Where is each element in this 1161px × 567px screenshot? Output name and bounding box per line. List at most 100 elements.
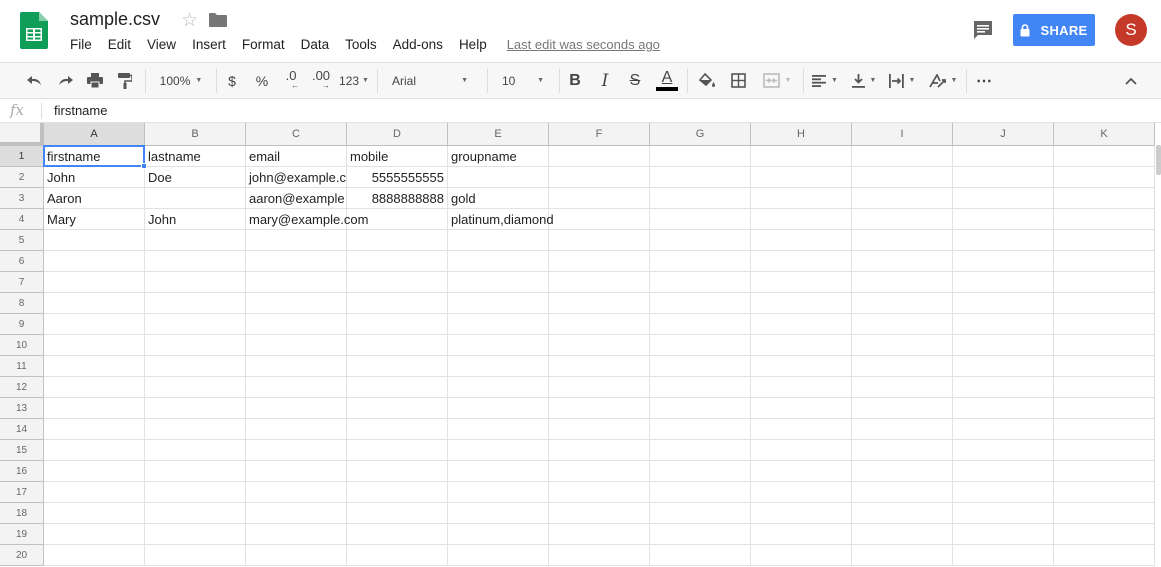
cell-f14[interactable] [549, 419, 650, 440]
cell-d13[interactable] [347, 398, 448, 419]
cell-d19[interactable] [347, 524, 448, 545]
cell-j9[interactable] [953, 314, 1054, 335]
cell-g10[interactable] [650, 335, 751, 356]
row-header-8[interactable]: 8 [0, 293, 44, 314]
row-header-1[interactable]: 1 [0, 146, 44, 167]
cell-g16[interactable] [650, 461, 751, 482]
cell-a4[interactable]: Mary [44, 209, 145, 230]
column-header-c[interactable]: C [246, 123, 347, 146]
cell-j14[interactable] [953, 419, 1054, 440]
cell-c8[interactable] [246, 293, 347, 314]
cell-j18[interactable] [953, 503, 1054, 524]
cell-e10[interactable] [448, 335, 549, 356]
cell-j10[interactable] [953, 335, 1054, 356]
cell-i20[interactable] [852, 545, 953, 566]
cell-i17[interactable] [852, 482, 953, 503]
cell-j17[interactable] [953, 482, 1054, 503]
cell-a7[interactable] [44, 272, 145, 293]
more-options-button[interactable]: ⋯ [973, 63, 995, 98]
cell-h19[interactable] [751, 524, 852, 545]
cell-f19[interactable] [549, 524, 650, 545]
cell-h11[interactable] [751, 356, 852, 377]
cell-g15[interactable] [650, 440, 751, 461]
column-header-f[interactable]: F [549, 123, 650, 146]
cell-h1[interactable] [751, 146, 852, 167]
cell-a2[interactable]: John [44, 167, 145, 188]
cell-j11[interactable] [953, 356, 1054, 377]
cell-a18[interactable] [44, 503, 145, 524]
cell-f6[interactable] [549, 251, 650, 272]
cell-a19[interactable] [44, 524, 145, 545]
column-header-b[interactable]: B [145, 123, 246, 146]
font-size-select[interactable]: 10 ▼ [494, 63, 552, 98]
cell-h5[interactable] [751, 230, 852, 251]
cell-g19[interactable] [650, 524, 751, 545]
cell-h15[interactable] [751, 440, 852, 461]
cell-k6[interactable] [1054, 251, 1155, 272]
menu-format[interactable]: Format [234, 36, 293, 54]
cell-b15[interactable] [145, 440, 246, 461]
cell-c14[interactable] [246, 419, 347, 440]
cell-j16[interactable] [953, 461, 1054, 482]
italic-button[interactable]: I [595, 63, 615, 98]
menu-edit[interactable]: Edit [100, 36, 139, 54]
row-header-13[interactable]: 13 [0, 398, 44, 419]
cell-e9[interactable] [448, 314, 549, 335]
cell-j7[interactable] [953, 272, 1054, 293]
cell-i1[interactable] [852, 146, 953, 167]
cell-i7[interactable] [852, 272, 953, 293]
cell-d8[interactable] [347, 293, 448, 314]
cell-g5[interactable] [650, 230, 751, 251]
cell-b17[interactable] [145, 482, 246, 503]
user-avatar[interactable]: S [1115, 14, 1147, 46]
cell-j13[interactable] [953, 398, 1054, 419]
cell-k11[interactable] [1054, 356, 1155, 377]
cell-c1[interactable]: email [246, 146, 347, 167]
cell-k18[interactable] [1054, 503, 1155, 524]
paint-format-button[interactable] [114, 63, 136, 98]
cell-c13[interactable] [246, 398, 347, 419]
zoom-select[interactable]: 100% ▼ [152, 63, 210, 98]
print-button[interactable] [84, 63, 106, 98]
cell-b9[interactable] [145, 314, 246, 335]
cell-b18[interactable] [145, 503, 246, 524]
cell-f15[interactable] [549, 440, 650, 461]
cell-a13[interactable] [44, 398, 145, 419]
select-all-corner[interactable] [0, 123, 44, 146]
menu-data[interactable]: Data [293, 36, 338, 54]
cell-b12[interactable] [145, 377, 246, 398]
formula-input[interactable]: firstname [54, 103, 107, 118]
cell-f11[interactable] [549, 356, 650, 377]
cell-c3[interactable]: aaron@example [246, 188, 347, 209]
cell-j3[interactable] [953, 188, 1054, 209]
cell-d7[interactable] [347, 272, 448, 293]
cell-e7[interactable] [448, 272, 549, 293]
font-family-select[interactable]: Arial ▼ [384, 63, 476, 98]
cell-a15[interactable] [44, 440, 145, 461]
cell-k3[interactable] [1054, 188, 1155, 209]
fill-color-button[interactable] [696, 63, 718, 98]
cell-h13[interactable] [751, 398, 852, 419]
cell-b2[interactable]: Doe [145, 167, 246, 188]
cell-k20[interactable] [1054, 545, 1155, 566]
cell-k1[interactable] [1054, 146, 1155, 167]
cell-k19[interactable] [1054, 524, 1155, 545]
cell-d1[interactable]: mobile [347, 146, 448, 167]
cell-h16[interactable] [751, 461, 852, 482]
cell-a12[interactable] [44, 377, 145, 398]
row-header-4[interactable]: 4 [0, 209, 44, 230]
cell-b13[interactable] [145, 398, 246, 419]
menu-view[interactable]: View [139, 36, 184, 54]
cell-e16[interactable] [448, 461, 549, 482]
cell-g11[interactable] [650, 356, 751, 377]
cell-f4[interactable] [549, 209, 650, 230]
cell-h8[interactable] [751, 293, 852, 314]
row-header-16[interactable]: 16 [0, 461, 44, 482]
cell-e15[interactable] [448, 440, 549, 461]
cell-d6[interactable] [347, 251, 448, 272]
sheets-logo-icon[interactable] [20, 12, 48, 49]
cell-d18[interactable] [347, 503, 448, 524]
cell-f18[interactable] [549, 503, 650, 524]
cell-c20[interactable] [246, 545, 347, 566]
currency-format-button[interactable]: $ [222, 63, 242, 98]
